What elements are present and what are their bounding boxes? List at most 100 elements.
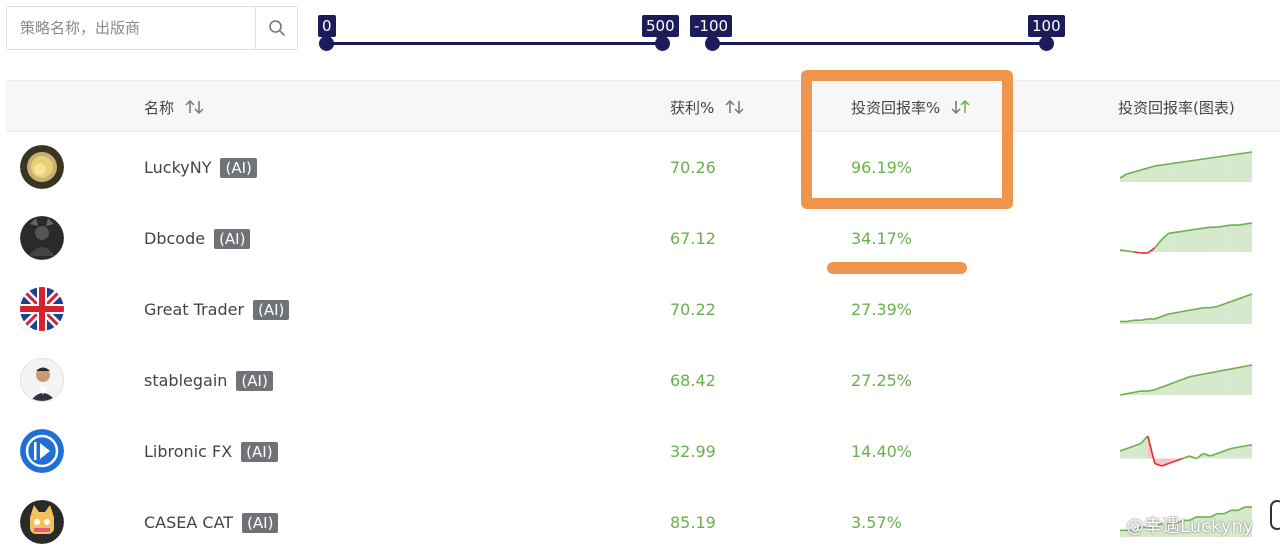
column-roi-label: 投资回报率% <box>851 98 941 117</box>
roi-sparkline <box>1119 364 1253 396</box>
sparkline-area <box>1161 164 1169 182</box>
strategy-name[interactable]: LuckyNY (AI) <box>144 132 257 203</box>
sparkline-segment <box>1196 227 1204 230</box>
ai-badge: (AI) <box>242 512 279 533</box>
sparkline-area <box>1217 304 1225 324</box>
column-header-roi-chart: 投资回报率(图表) <box>1118 81 1235 133</box>
man-suit-avatar <box>20 358 64 402</box>
column-profit-label: 获利% <box>670 98 715 117</box>
sparkline-segment <box>1224 154 1232 157</box>
sparkline-area <box>1189 309 1197 324</box>
libronic-logo-avatar <box>20 429 64 473</box>
profit-value: 67.12 <box>670 229 716 248</box>
table-header: 名称 获利% 投资回报率% 投资回报率(图表) <box>6 80 1280 132</box>
search-button[interactable] <box>255 7 297 49</box>
profit-value: 32.99 <box>670 442 716 461</box>
strategy-name[interactable]: Libronic FX (AI) <box>144 416 278 487</box>
sparkline-segment <box>1161 163 1169 166</box>
sparkline-segment <box>1224 224 1232 227</box>
roi-min-label: -100 <box>690 15 733 42</box>
column-name-label: 名称 <box>144 98 175 117</box>
sparkline-segment <box>1217 155 1225 158</box>
sparkline-area <box>1203 158 1211 182</box>
strategy-name[interactable]: CASEA CAT (AI) <box>144 487 279 558</box>
sparkline-area <box>1168 232 1176 252</box>
table-row[interactable]: Libronic FX (AI) 32.99 14.40% <box>6 416 1280 487</box>
sparkline-segment <box>1168 162 1176 165</box>
sparkline-area <box>1189 229 1197 252</box>
roi-range-track[interactable] <box>712 42 1047 45</box>
sparkline-segment <box>1244 151 1253 154</box>
table-row[interactable]: CASEA CAT (AI) 85.19 3.57% <box>6 487 1280 558</box>
sparkline-area <box>1182 310 1190 324</box>
column-header-name[interactable]: 名称 <box>144 81 206 133</box>
column-header-roi[interactable]: 投资回报率% <box>851 81 972 133</box>
ai-badge: (AI) <box>214 228 251 249</box>
sort-icon[interactable] <box>184 99 206 115</box>
sparkline-segment <box>1168 231 1176 235</box>
sparkline-area <box>1189 160 1197 182</box>
edge-tab <box>1270 500 1280 530</box>
uk-flag-avatar <box>20 287 64 331</box>
sort-icon[interactable] <box>724 99 746 115</box>
sparkline-area <box>1203 372 1211 395</box>
watermark: @幸遇Luckyny <box>1102 512 1254 538</box>
sparkline-segment <box>1189 228 1197 232</box>
column-header-profit[interactable]: 获利% <box>670 81 746 133</box>
cat-robot-avatar <box>20 500 64 544</box>
sparkline-segment <box>1231 153 1239 156</box>
sparkline-segment <box>1196 158 1204 161</box>
profit-range-track[interactable] <box>326 42 663 45</box>
sparkline-area <box>1154 165 1162 182</box>
ai-badge: (AI) <box>220 157 257 178</box>
sparkline-area <box>1203 227 1211 252</box>
sort-desc-active-icon[interactable] <box>950 99 972 115</box>
sparkline-area <box>1210 227 1218 252</box>
dark-person-avatar <box>20 216 64 260</box>
sparkline-area <box>1196 228 1204 252</box>
sparkline-area <box>1196 374 1204 395</box>
sparkline-segment <box>1154 164 1162 167</box>
sparkline-area <box>1182 230 1190 252</box>
ai-badge: (AI) <box>253 299 290 320</box>
roi-value: 27.25% <box>851 371 913 390</box>
music-note-icon <box>1105 516 1120 533</box>
table-row[interactable]: LuckyNY (AI) 70.26 96.19% <box>6 132 1280 203</box>
table-row[interactable]: stablegain (AI) 68.42 27.25% <box>6 345 1280 416</box>
strategy-name[interactable]: Great Trader (AI) <box>144 274 290 345</box>
table-row[interactable]: Great Trader (AI) 70.22 27.39% <box>6 274 1280 345</box>
strategy-name[interactable]: stablegain (AI) <box>144 345 273 416</box>
roi-value: 14.40% <box>851 442 913 461</box>
table-row[interactable]: Dbcode (AI) 67.12 34.17% <box>6 203 1280 274</box>
sparkline-area <box>1238 366 1246 395</box>
roi-sparkline <box>1120 293 1253 324</box>
roi-range-slider: -100 100 <box>688 0 1068 60</box>
sparkline-area <box>1238 153 1246 182</box>
sparkline-area <box>1196 307 1204 324</box>
sparkline-segment <box>1119 249 1128 252</box>
sparkline-segment <box>1175 161 1183 164</box>
sparkline-segment <box>1182 160 1190 163</box>
sparkline-segment <box>1217 225 1225 228</box>
roi-value: 34.17% <box>851 229 913 248</box>
sparkline-area <box>1217 370 1225 395</box>
search-icon <box>268 20 285 36</box>
sparkline-area <box>1231 299 1239 324</box>
sparkline-area <box>1245 444 1252 459</box>
sparkline-segment <box>1182 229 1190 233</box>
roi-sparkline <box>1119 151 1253 182</box>
ai-badge: (AI) <box>241 441 278 462</box>
sparkline-area <box>1210 371 1218 395</box>
sparkline-segment <box>1126 250 1135 253</box>
ai-badge: (AI) <box>236 370 273 391</box>
sparkline-segment <box>1210 156 1218 159</box>
sparkline-area <box>1224 155 1232 182</box>
sparkline-area <box>1231 367 1239 395</box>
sparkline-area <box>1238 296 1246 324</box>
sparkline-area <box>1182 161 1190 182</box>
sparkline-area <box>1245 152 1252 182</box>
profit-max-label: 500 <box>642 15 679 42</box>
search-input[interactable] <box>7 7 255 49</box>
watermark-text: @幸遇Luckyny <box>1126 516 1254 537</box>
strategy-name[interactable]: Dbcode (AI) <box>144 203 251 274</box>
